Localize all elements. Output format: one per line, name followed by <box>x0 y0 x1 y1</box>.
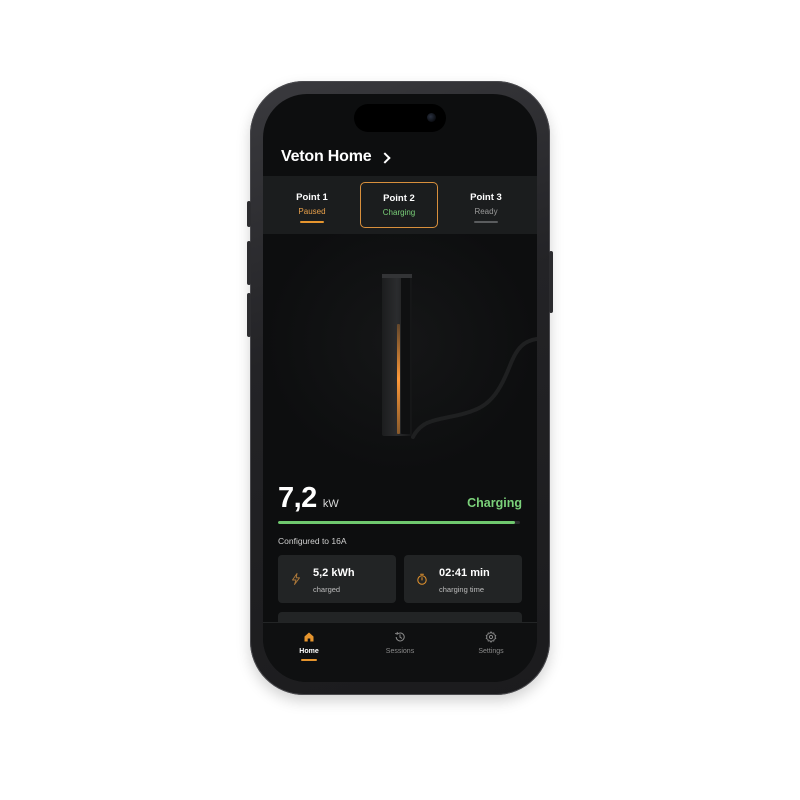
front-camera <box>427 113 436 122</box>
active-tab-indicator <box>301 659 317 661</box>
energy-charged-value: 5,2 kWh <box>313 567 355 579</box>
point-name: Point 2 <box>383 193 415 204</box>
energy-charged-card: 5,2 kWh charged <box>278 555 396 603</box>
tab-point-2[interactable]: Point 2 Charging <box>360 182 438 228</box>
charging-readout: 7,2 kW Charging Configured to 16A <box>278 482 522 546</box>
tab-point-3[interactable]: Point 3 Ready <box>447 182 525 228</box>
energy-charged-label: charged <box>313 585 341 594</box>
tab-sessions[interactable]: Sessions <box>365 631 435 655</box>
history-icon <box>395 631 405 642</box>
bottom-tab-bar: Home Sessions Settings <box>263 622 537 682</box>
tab-settings[interactable]: Settings <box>456 631 526 655</box>
charging-progress-bar <box>278 521 520 524</box>
point-name: Point 3 <box>470 192 502 203</box>
lightning-icon <box>292 573 300 585</box>
point-status: Paused <box>298 207 326 216</box>
charger-hero-image <box>263 234 537 474</box>
power-unit: kW <box>322 498 339 510</box>
point-status-underline <box>300 221 324 223</box>
home-icon <box>304 632 314 642</box>
tab-home-label: Home <box>299 648 319 655</box>
site-title: Veton Home <box>281 148 372 165</box>
tab-sessions-label: Sessions <box>385 648 415 655</box>
charging-cable-illustration <box>411 337 537 439</box>
point-name: Point 1 <box>296 192 328 203</box>
charging-progress-fill <box>278 521 516 524</box>
charging-time-card: 02:41 min charging time <box>404 555 522 603</box>
power-value: 7,2 <box>278 482 317 514</box>
app-screen: Veton Home Point 1 Paused Point 2 Chargi… <box>263 94 537 682</box>
point-status-underline <box>474 221 498 223</box>
dynamic-island <box>354 104 446 132</box>
charging-time-value: 02:41 min <box>439 567 490 579</box>
chevron-right-icon <box>379 151 392 164</box>
point-status: Ready <box>474 207 498 216</box>
power-button <box>549 251 553 313</box>
charge-point-tabs: Point 1 Paused Point 2 Charging Point 3 … <box>263 176 537 234</box>
site-selector[interactable]: Veton Home <box>281 148 392 166</box>
action-button <box>247 201 251 227</box>
current-configuration: Configured to 16A <box>278 536 347 546</box>
charging-status: Charging <box>467 496 522 510</box>
timer-icon <box>417 573 427 585</box>
volume-up-button <box>247 241 251 285</box>
charging-time-label: charging time <box>439 585 485 594</box>
gear-icon <box>485 631 497 643</box>
wallbox-charger-illustration <box>382 274 412 436</box>
tab-settings-label: Settings <box>478 648 504 655</box>
volume-down-button <box>247 293 251 337</box>
tab-home[interactable]: Home <box>274 631 344 661</box>
tab-point-1[interactable]: Point 1 Paused <box>273 182 351 228</box>
point-status: Charging <box>382 208 416 217</box>
